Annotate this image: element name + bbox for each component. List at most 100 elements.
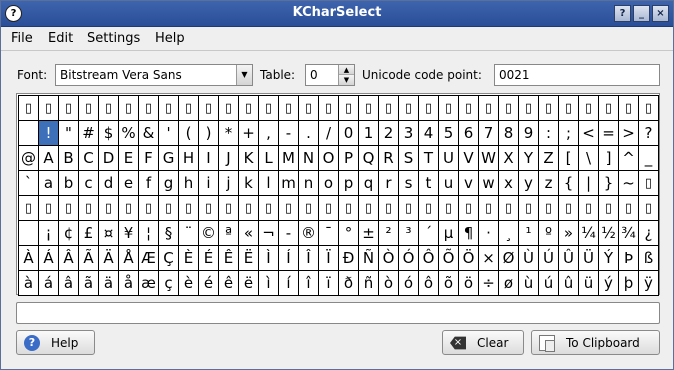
char-cell[interactable]: U — [438, 145, 459, 171]
char-cell[interactable]: ¤ — [98, 220, 119, 246]
char-cell[interactable]: Ñ — [358, 245, 379, 271]
char-cell[interactable]: ▯ — [38, 195, 59, 221]
char-cell[interactable]: t — [418, 170, 439, 196]
char-cell[interactable]: s — [398, 170, 419, 196]
char-cell[interactable]: ¦ — [138, 220, 159, 246]
char-cell[interactable]: ▯ — [18, 95, 39, 121]
char-cell[interactable]: × — [478, 245, 499, 271]
char-cell[interactable]: 7 — [478, 120, 499, 146]
char-cell[interactable]: ▯ — [138, 195, 159, 221]
char-cell[interactable]: ▯ — [258, 95, 279, 121]
char-cell[interactable]: Ï — [318, 245, 339, 271]
char-cell[interactable]: ▯ — [58, 95, 79, 121]
char-cell[interactable]: ï — [318, 270, 339, 296]
menu-edit[interactable]: Edit — [48, 31, 73, 46]
char-cell[interactable]: þ — [618, 270, 639, 296]
char-cell[interactable]: á — [38, 270, 59, 296]
char-cell[interactable]: ¾ — [618, 220, 639, 246]
char-cell[interactable]: ▯ — [98, 195, 119, 221]
char-cell[interactable]: - — [278, 220, 299, 246]
char-cell[interactable]: ¢ — [58, 220, 79, 246]
char-cell[interactable]: ▯ — [358, 195, 379, 221]
char-cell[interactable]: @ — [18, 145, 39, 171]
char-cell[interactable]: ▯ — [458, 95, 479, 121]
char-cell[interactable]: £ — [78, 220, 99, 246]
char-cell[interactable]: Á — [38, 245, 59, 271]
char-cell[interactable]: m — [278, 170, 299, 196]
char-cell[interactable]: ½ — [598, 220, 619, 246]
char-cell[interactable]: î — [298, 270, 319, 296]
char-cell[interactable]: ▯ — [538, 95, 559, 121]
char-cell[interactable]: l — [258, 170, 279, 196]
char-cell[interactable]: å — [118, 270, 139, 296]
char-cell[interactable]: 2 — [378, 120, 399, 146]
char-cell[interactable]: n — [298, 170, 319, 196]
char-cell[interactable]: V — [458, 145, 479, 171]
char-cell[interactable]: _ — [638, 145, 659, 171]
char-cell[interactable]: z — [538, 170, 559, 196]
char-cell[interactable]: H — [178, 145, 199, 171]
char-cell[interactable]: L — [258, 145, 279, 171]
char-cell[interactable]: q — [358, 170, 379, 196]
char-cell[interactable]: [ — [558, 145, 579, 171]
char-cell[interactable]: ß — [638, 245, 659, 271]
help-window-icon[interactable]: ? — [614, 5, 631, 22]
char-cell[interactable]: Ô — [418, 245, 439, 271]
char-cell[interactable]: ¯ — [318, 220, 339, 246]
char-cell[interactable]: ▯ — [538, 195, 559, 221]
char-cell[interactable]: g — [158, 170, 179, 196]
char-cell[interactable]: ) — [198, 120, 219, 146]
menu-settings[interactable]: Settings — [87, 31, 140, 46]
char-cell[interactable]: ¥ — [118, 220, 139, 246]
char-cell[interactable]: ▯ — [558, 195, 579, 221]
char-cell[interactable]: ▯ — [478, 195, 499, 221]
char-cell[interactable]: ¬ — [258, 220, 279, 246]
char-cell[interactable]: ¨ — [178, 220, 199, 246]
char-cell[interactable]: F — [138, 145, 159, 171]
char-cell[interactable]: ▯ — [118, 195, 139, 221]
char-cell[interactable]: o — [318, 170, 339, 196]
char-cell[interactable]: ▯ — [158, 95, 179, 121]
char-cell[interactable]: ã — [78, 270, 99, 296]
char-cell[interactable]: ê — [218, 270, 239, 296]
char-cell[interactable]: ± — [358, 220, 379, 246]
char-cell[interactable]: 8 — [498, 120, 519, 146]
char-cell[interactable]: ▯ — [58, 195, 79, 221]
char-cell[interactable]: v — [458, 170, 479, 196]
char-cell[interactable]: ë — [238, 270, 259, 296]
char-cell[interactable]: ì — [258, 270, 279, 296]
char-cell[interactable]: K — [238, 145, 259, 171]
char-cell[interactable]: a — [38, 170, 59, 196]
char-cell[interactable] — [18, 120, 39, 146]
char-cell[interactable]: ▯ — [478, 95, 499, 121]
char-cell[interactable]: ▯ — [518, 95, 539, 121]
char-cell[interactable]: ▯ — [198, 195, 219, 221]
char-cell[interactable]: ^ — [618, 145, 639, 171]
char-cell[interactable]: S — [398, 145, 419, 171]
char-cell[interactable]: Â — [58, 245, 79, 271]
chevron-down-icon[interactable]: ▼ — [236, 65, 252, 85]
char-cell[interactable]: y — [518, 170, 539, 196]
char-cell[interactable]: | — [578, 170, 599, 196]
char-cell[interactable]: C — [78, 145, 99, 171]
char-cell[interactable]: R — [378, 145, 399, 171]
char-cell[interactable]: õ — [438, 270, 459, 296]
char-cell[interactable]: B — [58, 145, 79, 171]
char-cell[interactable]: § — [158, 220, 179, 246]
char-cell[interactable]: ▯ — [558, 95, 579, 121]
char-cell[interactable]: / — [318, 120, 339, 146]
char-cell[interactable]: u — [438, 170, 459, 196]
char-cell[interactable]: ³ — [398, 220, 419, 246]
char-cell[interactable]: Æ — [138, 245, 159, 271]
char-cell[interactable]: ▯ — [438, 195, 459, 221]
char-cell[interactable]: ° — [338, 220, 359, 246]
char-cell[interactable]: Í — [278, 245, 299, 271]
char-cell[interactable]: æ — [138, 270, 159, 296]
char-cell[interactable]: û — [558, 270, 579, 296]
char-cell[interactable]: ð — [338, 270, 359, 296]
char-cell[interactable]: ç — [158, 270, 179, 296]
output-field[interactable] — [16, 302, 660, 324]
char-cell[interactable]: ö — [458, 270, 479, 296]
char-cell[interactable]: J — [218, 145, 239, 171]
char-cell[interactable]: " — [58, 120, 79, 146]
